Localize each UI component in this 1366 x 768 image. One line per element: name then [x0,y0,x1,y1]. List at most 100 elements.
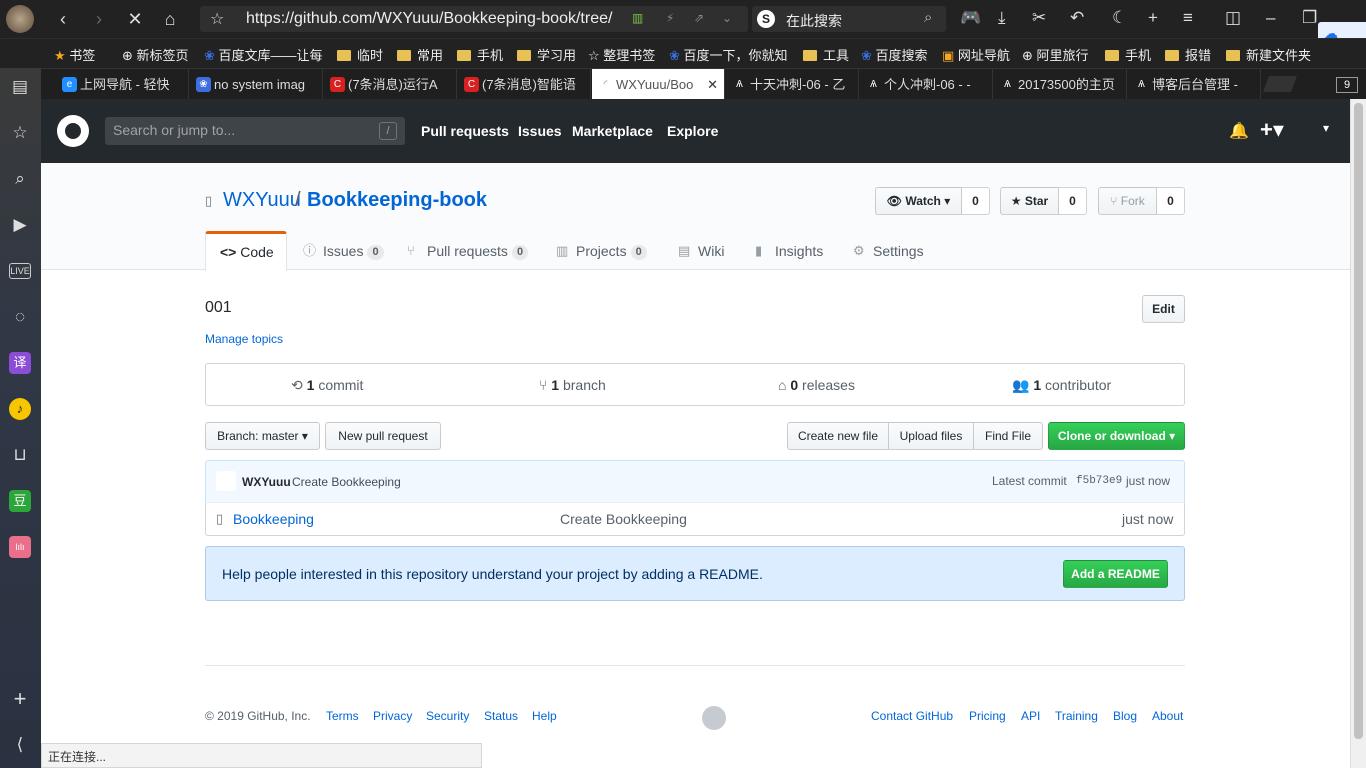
close-tab-icon[interactable]: ✕ [707,69,718,100]
new-tab-button[interactable] [1263,76,1297,92]
skin-icon[interactable]: ◫ [1225,8,1241,28]
file-commit-message[interactable]: Create Bookkeeping [560,511,687,527]
bookmark-folder[interactable]: 学习用 [517,45,576,64]
flash-icon[interactable]: ⚡ [666,11,674,25]
watch-button[interactable]: 👁 Watch ▾ [875,187,962,215]
nav-marketplace[interactable]: Marketplace [572,123,653,139]
bookmark-item[interactable]: ★ 书签 [54,45,95,64]
bookmark-folder[interactable]: 报错 [1165,45,1211,64]
edit-description-button[interactable]: Edit [1142,295,1185,323]
address-bar[interactable]: ☆ https://github.com/WXYuuu/Bookkeeping-… [200,6,748,32]
bookmark-item[interactable]: ❀ 百度文库——让每 [204,45,322,64]
search-icon[interactable]: ⌕ [924,9,932,26]
bookmark-item[interactable]: ▣ 网址导航 [942,45,1010,64]
new-tab-icon[interactable]: + [1148,8,1158,28]
commit-author[interactable]: WXYuuu [242,475,291,489]
chat-icon[interactable]: ◌ [9,306,31,328]
add-icon[interactable]: + [9,688,31,710]
tab-projects[interactable]: ▥ Projects 0 [556,232,647,270]
watch-count[interactable]: 0 [962,187,990,215]
create-new-plus-icon[interactable]: +▾ [1260,117,1284,143]
browser-tab[interactable]: Ѧ 20173500的主页 [994,69,1127,100]
upload-files-button[interactable]: Upload files [888,422,974,450]
bookmark-item[interactable]: ⊕ 新标签页 [122,45,189,64]
back-icon[interactable]: ‹ [50,6,76,32]
douban-icon[interactable]: 豆 [9,490,31,512]
repo-name-link[interactable]: Bookkeeping-book [307,189,487,212]
game-icon[interactable]: 🎮 [960,8,981,28]
add-readme-button[interactable]: Add a README [1063,560,1168,588]
download-icon[interactable]: ⤓ [998,8,1006,28]
minimize-icon[interactable]: – [1266,8,1275,28]
video-icon[interactable]: ▶ [9,214,31,236]
github-octocat-icon[interactable] [57,115,89,147]
browser-tab-active[interactable]: ◜ WXYuuu/Boo ✕ [592,69,725,100]
footer-link-api[interactable]: API [1021,709,1040,723]
reading-list-icon[interactable]: ▤ [9,76,31,98]
tab-wiki[interactable]: ▤ Wiki [678,232,724,270]
collapse-sidebar-icon[interactable]: ⟨ [9,734,31,756]
file-name-link[interactable]: Bookkeeping [233,511,314,527]
footer-link-terms[interactable]: Terms [326,709,359,723]
footer-link-status[interactable]: Status [484,709,518,723]
browser-tab[interactable]: C (7条消息)运行A [324,69,457,100]
footer-link-blog[interactable]: Blog [1113,709,1137,723]
footer-link-privacy[interactable]: Privacy [373,709,412,723]
browser-tab[interactable]: e 上网导航 - 轻快 [56,69,189,100]
commits-summary[interactable]: ⟲ 1 commit [291,377,363,394]
fork-count[interactable]: 0 [1157,187,1185,215]
scrollbar-thumb[interactable] [1354,103,1363,739]
bookmark-folder[interactable]: 新建文件夹 [1226,45,1311,64]
tab-issues[interactable]: ⓘ Issues 0 [303,232,384,270]
find-file-button[interactable]: Find File [973,422,1043,450]
footer-link-contact[interactable]: Contact GitHub [871,709,953,723]
bookmark-folder[interactable]: 手机 [457,45,503,64]
manage-topics-link[interactable]: Manage topics [205,332,283,346]
bookmark-folder[interactable]: 工具 [803,45,849,64]
github-search[interactable]: Search or jump to... / [105,117,405,145]
branch-summary[interactable]: ⑂ 1 branch [539,377,606,393]
reader-icon[interactable]: ▥ [632,11,643,25]
browser-search[interactable]: S 在此搜索 ⌕ [752,6,946,32]
notification-bell-icon[interactable]: 🔔 [1229,121,1249,141]
footer-link-help[interactable]: Help [532,709,557,723]
search-icon[interactable]: ⌕ [9,168,31,190]
tab-settings[interactable]: ⚙ Settings [853,232,924,270]
nav-pull-requests[interactable]: Pull requests [421,123,509,139]
footer-link-about[interactable]: About [1152,709,1183,723]
home-icon[interactable]: ⌂ [157,6,183,32]
screenshot-scissors-icon[interactable]: ✂ [1032,8,1046,28]
browser-tab[interactable]: Ѧ 十天冲刺-06 - 乙 [726,69,859,100]
profile-dropdown-icon[interactable]: ▾ [1323,121,1329,135]
new-pull-request-button[interactable]: New pull request [325,422,441,450]
author-avatar[interactable] [216,471,236,491]
tab-pull-requests[interactable]: ⑂ Pull requests 0 [407,232,529,270]
footer-link-pricing[interactable]: Pricing [969,709,1006,723]
bookmark-item[interactable]: ❀ 百度搜索 [861,45,928,64]
star-button[interactable]: ★ Star [1000,187,1059,215]
restore-icon[interactable]: ❐ [1302,8,1317,28]
footer-link-training[interactable]: Training [1055,709,1098,723]
clone-download-button[interactable]: Clone or download ▾ [1048,422,1185,450]
nav-issues[interactable]: Issues [518,123,562,139]
github-search-input[interactable]: Search or jump to... [113,122,235,138]
star-count[interactable]: 0 [1059,187,1087,215]
branch-select-button[interactable]: Branch: master ▾ [205,422,320,450]
commit-sha[interactable]: f5b73e9 [1076,475,1122,487]
footer-link-security[interactable]: Security [426,709,469,723]
contributors-summary[interactable]: 👥 1 contributor [1012,377,1111,394]
bookmark-folder[interactable]: 临时 [337,45,383,64]
releases-summary[interactable]: ⌂ 0 releases [778,377,855,393]
dropdown-icon[interactable]: ⌄ [722,11,732,25]
translate-icon[interactable]: 译 [9,352,31,374]
browser-tab[interactable]: C (7条消息)智能语 [458,69,591,100]
bookmark-folder[interactable]: 手机 [1105,45,1151,64]
night-mode-icon[interactable]: ☾ [1112,8,1127,28]
stop-loading-icon[interactable]: ✕ [122,6,148,32]
music-icon[interactable]: ♪ [9,398,31,420]
tab-count-badge[interactable]: 9 [1336,77,1358,93]
forward-icon[interactable]: › [86,6,112,32]
bookmark-item[interactable]: ☆ 整理书签 [588,45,655,64]
commit-message[interactable]: Create Bookkeeping [292,475,401,489]
repo-owner-link[interactable]: WXYuuu [223,189,301,212]
